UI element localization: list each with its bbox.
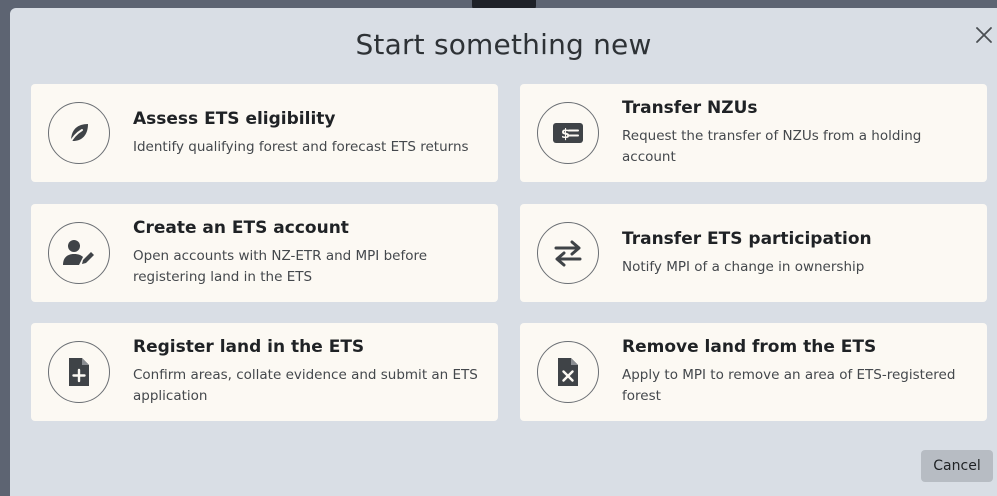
svg-text:$: $ [561, 127, 570, 142]
card-create-ets-account[interactable]: Create an ETS account Open accounts with… [31, 204, 498, 302]
dialog-title: Start something new [355, 28, 652, 61]
money-transfer-icon: $ [553, 123, 583, 143]
card-icon-circle [537, 222, 599, 284]
card-title: Register land in the ETS [133, 337, 365, 357]
leaf-icon [69, 124, 88, 144]
card-remove-land[interactable]: Remove land from the ETS Apply to MPI to… [520, 323, 987, 421]
cancel-button[interactable]: Cancel [921, 450, 993, 482]
file-remove-icon [558, 358, 578, 386]
card-title: Transfer ETS participation [622, 228, 872, 249]
card-transfer-ets-participation[interactable]: Transfer ETS participation Notify MPI of… [520, 204, 987, 302]
file-plus-icon [69, 358, 89, 386]
card-register-land[interactable]: Register land in the ETS Confirm areas, … [31, 323, 498, 421]
card-description: Apply to MPI to remove an area of ETS-re… [622, 367, 956, 404]
card-title: Create an ETS account [133, 218, 349, 238]
card-transfer-nzus[interactable]: $ Transfer NZUs Request the transfer of … [520, 84, 987, 182]
card-title: Assess ETS eligibility [133, 108, 336, 129]
card-icon-circle: $ [537, 102, 599, 164]
start-something-new-dialog: Start something new Assess ETS eligibili… [10, 8, 997, 496]
card-title: Transfer NZUs [622, 98, 758, 118]
user-edit-icon [63, 240, 94, 265]
card-icon-circle [48, 341, 110, 403]
close-button[interactable] [973, 22, 995, 48]
card-icon-circle [537, 341, 599, 403]
card-description: Open accounts with NZ-ETR and MPI before… [133, 248, 428, 285]
card-icon-circle [48, 102, 110, 164]
card-assess-ets-eligibility[interactable]: Assess ETS eligibility Identify qualifyi… [31, 84, 498, 182]
close-icon [976, 27, 992, 43]
card-icon-circle [48, 222, 110, 284]
card-description: Identify qualifying forest and forecast … [133, 138, 469, 155]
card-description: Notify MPI of a change in ownership [622, 258, 865, 275]
card-title: Remove land from the ETS [622, 337, 877, 357]
exchange-arrows-icon [554, 240, 582, 267]
card-description: Confirm areas, collate evidence and subm… [133, 367, 478, 404]
card-description: Request the transfer of NZUs from a hold… [622, 128, 922, 165]
